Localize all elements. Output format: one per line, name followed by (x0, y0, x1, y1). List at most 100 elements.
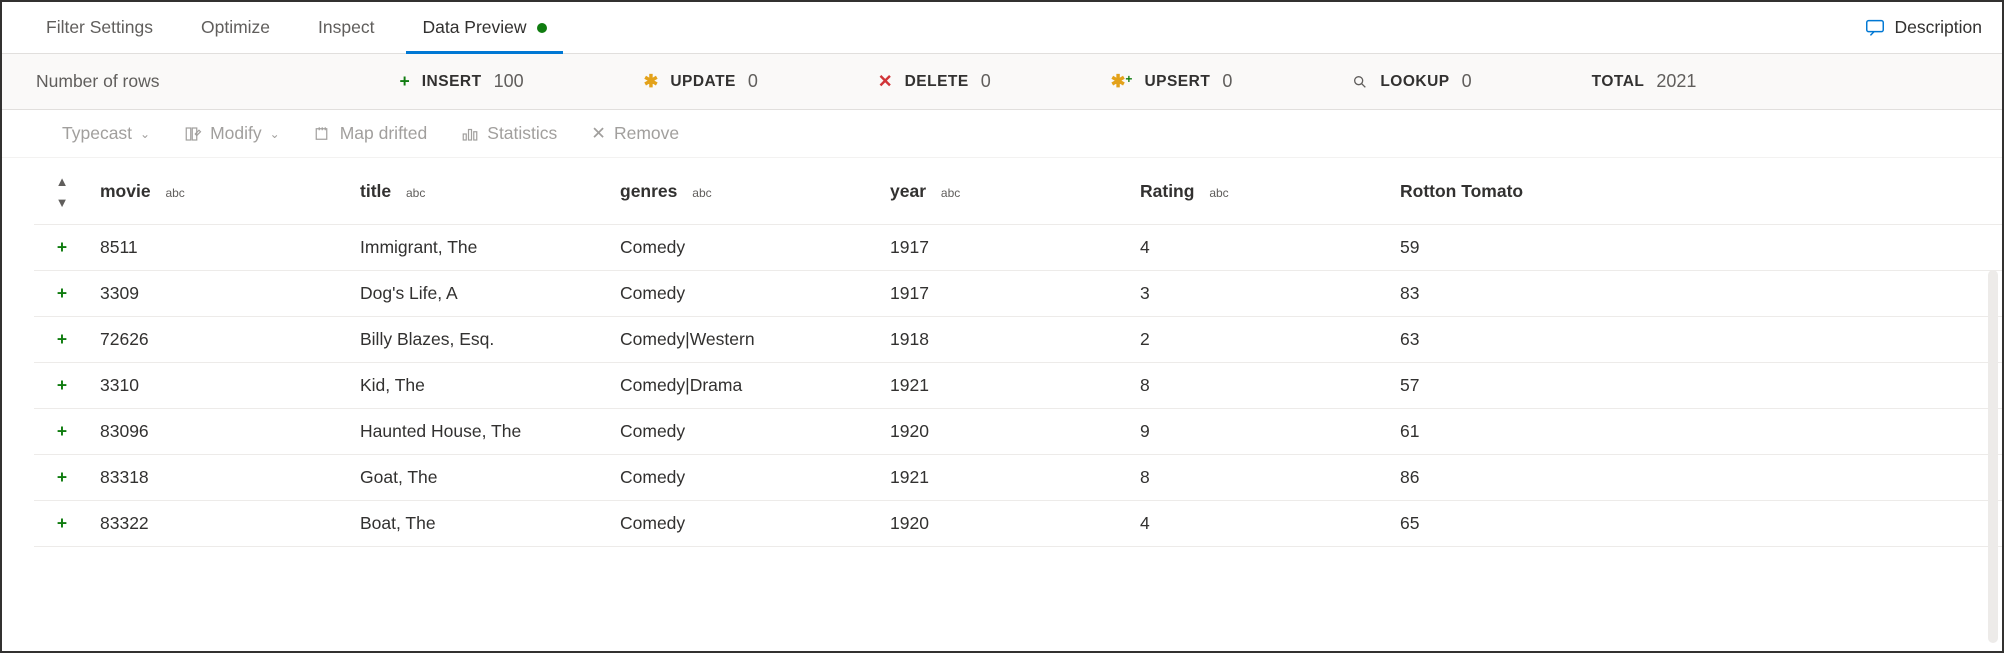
typecast-button[interactable]: Typecast ⌄ (50, 123, 162, 144)
cell-rotton-tomato: 61 (1390, 409, 2002, 455)
cell-rating: 9 (1130, 409, 1390, 455)
cell-genres: Comedy (610, 501, 880, 547)
cell-year: 1917 (880, 225, 1130, 271)
cell-rotton-tomato: 63 (1390, 317, 2002, 363)
cell-year: 1920 (880, 409, 1130, 455)
row-insert-mark-icon: + (34, 501, 90, 547)
table-row[interactable]: + 83096 Haunted House, The Comedy 1920 9… (34, 409, 2002, 455)
column-header-rating[interactable]: Rating abc (1130, 158, 1390, 225)
cell-genres: Comedy (610, 225, 880, 271)
edit-columns-icon (184, 123, 202, 144)
stat-lookup-label: LOOKUP (1380, 73, 1449, 91)
stat-total-label: TOTAL (1592, 73, 1645, 91)
cell-year: 1920 (880, 501, 1130, 547)
stat-delete-value: 0 (981, 71, 991, 92)
type-badge: abc (406, 186, 425, 200)
type-badge: abc (941, 186, 960, 200)
tabs-bar: Filter Settings Optimize Inspect Data Pr… (2, 2, 2002, 54)
tab-optimize[interactable]: Optimize (177, 2, 294, 53)
cell-movie: 3310 (90, 363, 350, 409)
status-dot-icon (537, 23, 547, 33)
rows-label: Number of rows (36, 71, 160, 92)
cell-title: Boat, The (350, 501, 610, 547)
asterisk-icon: ✱ (644, 71, 659, 92)
column-name: Rotton Tomato (1400, 181, 1523, 201)
table-toolbar: Typecast ⌄ Modify ⌄ Map drifted Statisti… (2, 110, 2002, 158)
cell-title: Dog's Life, A (350, 271, 610, 317)
column-header-movie[interactable]: movie abc (90, 158, 350, 225)
cell-rating: 4 (1130, 501, 1390, 547)
stat-upsert-label: UPSERT (1144, 73, 1210, 91)
row-insert-mark-icon: + (34, 409, 90, 455)
vertical-scrollbar[interactable] (1988, 270, 1998, 643)
tab-label: Inspect (318, 17, 374, 38)
description-button[interactable]: Description (1864, 16, 2002, 38)
tab-inspect[interactable]: Inspect (294, 2, 398, 53)
map-drifted-button[interactable]: Map drifted (302, 123, 440, 144)
stat-insert: + INSERT 100 (400, 71, 524, 92)
stat-upsert-value: 0 (1222, 71, 1232, 92)
map-drifted-label: Map drifted (340, 123, 428, 144)
table-header-row: ▲▼ movie abc title abc genres abc year a… (34, 158, 2002, 225)
modify-button[interactable]: Modify ⌄ (172, 123, 292, 144)
stat-delete-label: DELETE (905, 73, 969, 91)
x-icon: ✕ (878, 71, 893, 92)
column-header-year[interactable]: year abc (880, 158, 1130, 225)
cell-title: Billy Blazes, Esq. (350, 317, 610, 363)
stat-upsert: ✱+ UPSERT 0 (1111, 71, 1233, 92)
table-row[interactable]: + 83318 Goat, The Comedy 1921 8 86 (34, 455, 2002, 501)
type-badge: abc (692, 186, 711, 200)
statistics-icon (461, 123, 479, 144)
column-header-rotton-tomato[interactable]: Rotton Tomato (1390, 158, 2002, 225)
tab-data-preview[interactable]: Data Preview (398, 2, 570, 53)
table-row[interactable]: + 3309 Dog's Life, A Comedy 1917 3 83 (34, 271, 2002, 317)
stat-update: ✱ UPDATE 0 (644, 71, 758, 92)
cell-title: Goat, The (350, 455, 610, 501)
description-label: Description (1894, 17, 1982, 38)
cell-genres: Comedy (610, 455, 880, 501)
stat-total: TOTAL 2021 (1592, 71, 1697, 92)
column-header-genres[interactable]: genres abc (610, 158, 880, 225)
type-badge: abc (1209, 186, 1228, 200)
column-name: year (890, 181, 926, 201)
row-insert-mark-icon: + (34, 225, 90, 271)
sort-column-header[interactable]: ▲▼ (34, 158, 90, 225)
cell-genres: Comedy (610, 271, 880, 317)
search-icon (1352, 71, 1368, 92)
statistics-button[interactable]: Statistics (449, 123, 569, 144)
data-table-wrap: ▲▼ movie abc title abc genres abc year a… (2, 158, 2002, 547)
cell-genres: Comedy|Western (610, 317, 880, 363)
remove-button[interactable]: ✕ Remove (579, 123, 691, 144)
cell-rotton-tomato: 59 (1390, 225, 2002, 271)
cell-genres: Comedy (610, 409, 880, 455)
table-row[interactable]: + 3310 Kid, The Comedy|Drama 1921 8 57 (34, 363, 2002, 409)
stat-insert-value: 100 (494, 71, 524, 92)
table-row[interactable]: + 8511 Immigrant, The Comedy 1917 4 59 (34, 225, 2002, 271)
cell-rating: 3 (1130, 271, 1390, 317)
column-name: Rating (1140, 181, 1194, 201)
cell-movie: 72626 (90, 317, 350, 363)
cell-rating: 2 (1130, 317, 1390, 363)
table-row[interactable]: + 72626 Billy Blazes, Esq. Comedy|Wester… (34, 317, 2002, 363)
stat-lookup-value: 0 (1462, 71, 1472, 92)
stat-update-label: UPDATE (670, 73, 736, 91)
comment-icon (1864, 16, 1886, 38)
stat-total-value: 2021 (1656, 71, 1696, 92)
cell-rating: 8 (1130, 455, 1390, 501)
column-header-title[interactable]: title abc (350, 158, 610, 225)
cell-year: 1921 (880, 363, 1130, 409)
cell-rotton-tomato: 57 (1390, 363, 2002, 409)
cell-movie: 83318 (90, 455, 350, 501)
plus-icon: + (400, 71, 410, 92)
cell-rotton-tomato: 86 (1390, 455, 2002, 501)
column-name: title (360, 181, 391, 201)
stat-insert-label: INSERT (422, 73, 482, 91)
cell-genres: Comedy|Drama (610, 363, 880, 409)
modify-label: Modify (210, 123, 262, 144)
tab-filter-settings[interactable]: Filter Settings (22, 2, 177, 53)
cell-rotton-tomato: 83 (1390, 271, 2002, 317)
row-insert-mark-icon: + (34, 271, 90, 317)
stats-bar: Number of rows + INSERT 100 ✱ UPDATE 0 ✕… (2, 54, 2002, 110)
table-row[interactable]: + 83322 Boat, The Comedy 1920 4 65 (34, 501, 2002, 547)
tab-label: Data Preview (422, 17, 526, 38)
